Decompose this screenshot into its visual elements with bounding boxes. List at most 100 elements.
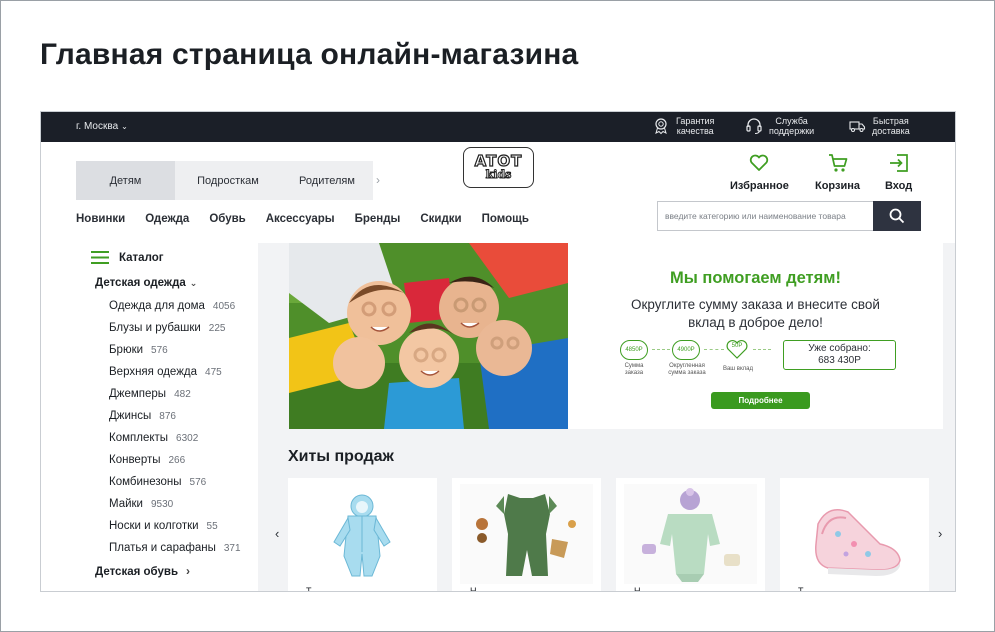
product-image-knit-set <box>624 484 757 584</box>
category-item-label: Платья и сарафаны <box>109 542 216 554</box>
tab-parents[interactable]: Родителям <box>281 161 373 200</box>
feature-delivery-line2: доставка <box>872 126 910 136</box>
charity-banner: Мы помогаем детям! Округлите сумму заказ… <box>289 243 943 429</box>
cart-button[interactable]: Корзина <box>815 152 860 192</box>
category-item-label: Носки и колготки <box>109 520 199 532</box>
category-item-count: 6302 <box>176 433 199 444</box>
nav-accessories[interactable]: Аксессуары <box>266 213 335 225</box>
product-card[interactable]: Т <box>780 478 929 592</box>
category-item-count: 266 <box>168 455 186 466</box>
banner-title: Мы помогаем детям! <box>670 269 841 287</box>
feature-support-line2: поддержки <box>769 126 815 136</box>
favorites-button[interactable]: Избранное <box>730 152 789 192</box>
category-item-label: Верхняя одежда <box>109 366 198 378</box>
category-item[interactable]: Брюки 576 <box>109 344 168 356</box>
category-item-label: Одежда для дома <box>109 300 205 312</box>
search-input[interactable] <box>657 201 873 231</box>
category-item[interactable]: Блузы и рубашки 225 <box>109 322 225 334</box>
feature-quality-line2: качества <box>676 126 714 136</box>
category-group-label: Детская одежда <box>95 277 186 289</box>
nav-shoes[interactable]: Обувь <box>209 213 245 225</box>
collected-amount-box: Уже собрано: 683 430Р <box>783 340 896 370</box>
step-order-sum: 4850Р <box>620 340 648 360</box>
collected-label: Уже собрано: <box>808 343 871 354</box>
nav-new[interactable]: Новинки <box>76 213 125 225</box>
main-navigation: Новинки Одежда Обувь Аксессуары Бренды С… <box>76 213 529 225</box>
product-card[interactable]: Н <box>452 478 601 591</box>
top-bar: г. Москва ⌄ Гарантия качества Служба поддер… <box>41 112 955 142</box>
category-item[interactable]: Комбинезоны 576 <box>109 476 206 488</box>
chevron-down-icon: ⌄ <box>121 122 128 131</box>
search-bar <box>657 201 921 231</box>
feature-support: Служба поддержки <box>745 116 814 136</box>
product-name: Н <box>634 586 641 592</box>
nav-clothes[interactable]: Одежда <box>145 213 189 225</box>
logo-wordmark-bottom: kids <box>485 168 512 181</box>
tab-teens[interactable]: Подросткам <box>175 161 281 200</box>
catalog-toggle[interactable]: Каталог <box>91 251 164 264</box>
cart-icon <box>828 154 847 172</box>
category-item[interactable]: Комплекты 6302 <box>109 432 198 444</box>
category-kids-clothes[interactable]: Детская одежда ⌄ <box>95 277 197 289</box>
nav-help[interactable]: Помощь <box>482 213 529 225</box>
product-name: Т <box>798 586 804 592</box>
bestsellers-title: Хиты продаж <box>288 448 394 465</box>
category-item-count: 576 <box>151 345 168 356</box>
delivery-truck-icon <box>849 121 866 132</box>
feature-quality: Гарантия качества <box>652 116 714 136</box>
category-item-label: Брюки <box>109 344 144 356</box>
nav-brands[interactable]: Бренды <box>355 213 401 225</box>
chevron-right-icon[interactable]: › <box>376 173 380 187</box>
login-button[interactable]: Вход <box>885 152 912 192</box>
banner-subtitle-line2: вклад в доброе дело! <box>688 315 823 330</box>
category-item[interactable]: Конверты 266 <box>109 454 185 466</box>
city-selector[interactable]: г. Москва ⌄ <box>76 121 128 132</box>
product-card[interactable]: Т <box>288 478 437 591</box>
tab-kids[interactable]: Детям <box>76 161 175 200</box>
step-rounded-sum-label: Округленная сумма заказа <box>668 363 706 376</box>
carousel-next-icon[interactable]: › <box>938 526 942 541</box>
category-item[interactable]: Джемперы 482 <box>109 388 191 400</box>
category-item[interactable]: Верхняя одежда 475 <box>109 366 222 378</box>
category-item-count: 9530 <box>150 499 174 510</box>
product-image-baby-shoe <box>815 509 901 576</box>
step-arrow <box>753 349 771 350</box>
city-label: г. Москва <box>76 121 119 132</box>
heart-outline-icon <box>726 340 748 359</box>
store-logo[interactable]: ATOT kids <box>463 147 534 188</box>
category-group-label: Детская обувь <box>95 566 179 578</box>
feature-delivery: Быстрая доставка <box>848 116 910 136</box>
nav-sales[interactable]: Скидки <box>420 213 461 225</box>
favorites-label: Избранное <box>730 180 789 192</box>
category-kids-shoes[interactable]: Детская обувь › <box>95 564 190 578</box>
category-item[interactable]: Платья и сарафаны 371 <box>109 542 241 554</box>
banner-subtitle: Округлите сумму заказа и внесите свой вк… <box>568 296 943 332</box>
product-card[interactable]: Н <box>616 478 765 592</box>
children-photo <box>289 243 568 429</box>
hamburger-icon <box>91 251 109 264</box>
category-item-label: Блузы и рубашки <box>109 322 201 334</box>
category-item-count: 475 <box>205 367 222 378</box>
search-icon <box>889 208 905 224</box>
banner-subtitle-line1: Округлите сумму заказа и внесите свой <box>631 297 880 312</box>
heart-icon <box>750 154 769 171</box>
category-item-count: 576 <box>189 477 207 488</box>
category-item[interactable]: Майки 9530 <box>109 498 173 510</box>
search-button[interactable] <box>873 201 921 231</box>
product-image-snowsuit <box>333 494 391 577</box>
chevron-right-icon: › <box>186 564 191 578</box>
category-item-label: Комбинезоны <box>109 476 182 488</box>
page-title: Главная страница онлайн-магазина <box>40 38 579 71</box>
category-item-label: Майки <box>109 498 143 510</box>
category-item-label: Комплекты <box>109 432 169 444</box>
feature-support-line1: Служба <box>775 116 808 126</box>
product-image-romper <box>460 484 593 584</box>
category-item[interactable]: Носки и колготки 55 <box>109 520 218 532</box>
category-item[interactable]: Джинсы 876 <box>109 410 176 422</box>
carousel-prev-icon[interactable]: ‹ <box>275 526 279 541</box>
feature-delivery-line1: Быстрая <box>872 116 909 126</box>
category-item[interactable]: Одежда для дома 4056 <box>109 300 235 312</box>
login-label: Вход <box>885 180 913 192</box>
more-info-button[interactable]: Подробнее <box>711 392 810 409</box>
quality-badge-icon <box>655 118 667 135</box>
